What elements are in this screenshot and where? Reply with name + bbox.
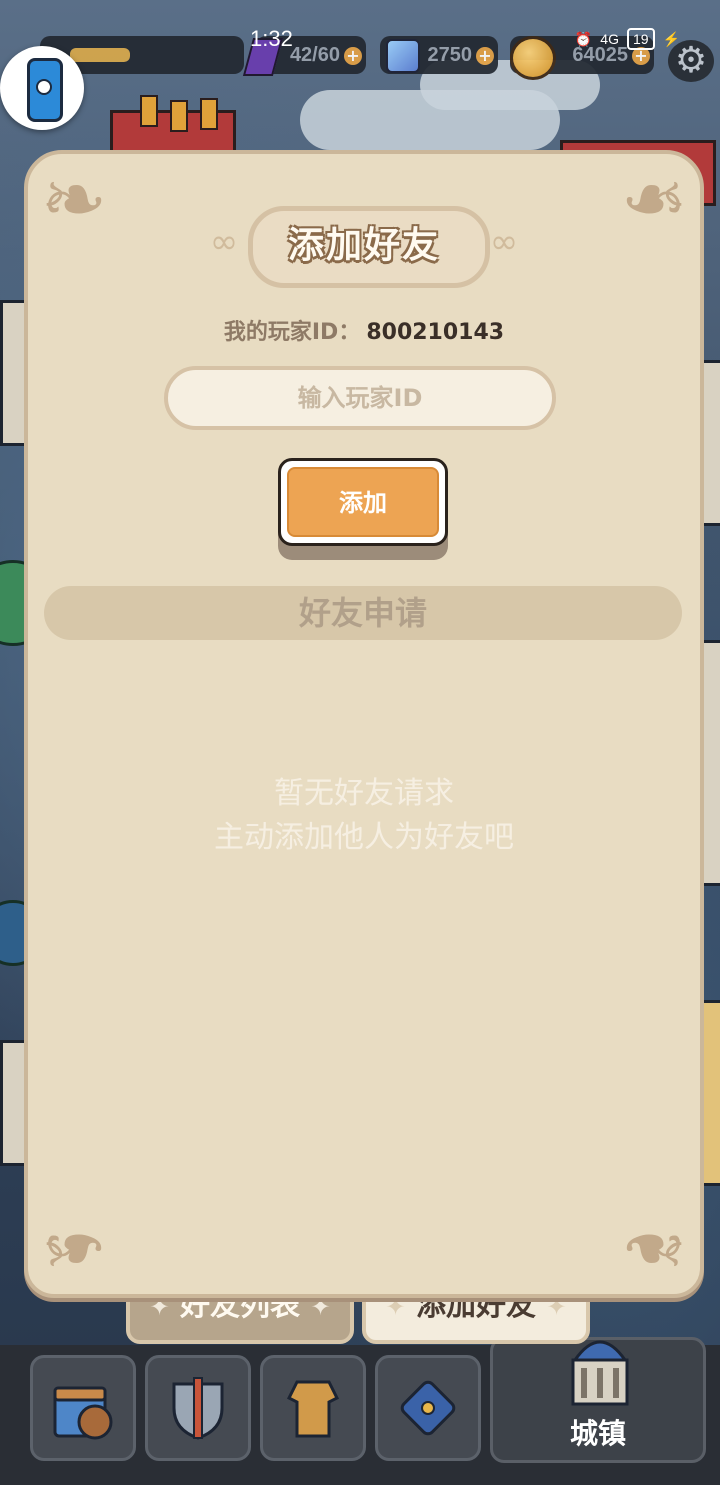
- system-status-bar: 1:32 ⏰ 4G 19 ⚡: [0, 26, 720, 56]
- add-friend-button[interactable]: 添加: [278, 458, 448, 546]
- sword-shield-icon: [172, 1377, 224, 1440]
- armor-icon: [286, 1380, 340, 1438]
- nav-equipment-button[interactable]: [145, 1355, 251, 1461]
- empty-line-1: 暂无好友请求: [274, 776, 454, 811]
- my-player-id: 我的玩家ID： 800210143: [28, 314, 700, 346]
- nav-skills-button[interactable]: [375, 1355, 481, 1461]
- signal-icon: 4G: [600, 31, 619, 47]
- treasure-chest-icon: [53, 1386, 113, 1440]
- player-id-input[interactable]: [164, 366, 556, 430]
- dialog-title-plate: ∞ ∞ 添加好友: [194, 206, 534, 288]
- nav-inventory-button[interactable]: [30, 1355, 136, 1461]
- corner-ornament-icon: ❧: [40, 1202, 108, 1295]
- town-label: 城镇: [569, 1417, 626, 1450]
- corner-ornament-icon: ❧: [40, 153, 108, 246]
- clock: 1:32: [250, 26, 293, 51]
- my-id-label: 我的玩家ID：: [223, 320, 361, 345]
- battery-icon: 19: [626, 28, 655, 50]
- my-id-value: 800210143: [366, 320, 505, 345]
- nav-armor-button[interactable]: [260, 1355, 366, 1461]
- dialog-title: 添加好友: [287, 225, 440, 266]
- empty-line-2: 主动添加他人为好友吧: [214, 820, 514, 855]
- nav-town-button[interactable]: 城镇: [490, 1337, 706, 1463]
- add-friend-dialog: ❧ ❧ ❧ ❧ ∞ ∞ 添加好友 我的玩家ID：800210143 添加 好友申…: [24, 150, 704, 1298]
- add-button-label: 添加: [287, 467, 439, 537]
- alarm-icon: ⏰: [574, 30, 593, 47]
- corner-ornament-icon: ❧: [620, 1202, 688, 1295]
- floating-assistant-button[interactable]: [0, 46, 84, 130]
- charging-icon: ⚡: [662, 30, 680, 47]
- phone-icon: [27, 58, 63, 122]
- friend-requests-header: 好友申请: [44, 586, 682, 640]
- skill-dice-icon: [400, 1380, 456, 1436]
- empty-requests-message: 暂无好友请求 主动添加他人为好友吧: [28, 772, 700, 860]
- bottom-navigation: 城镇: [0, 1337, 720, 1485]
- corner-ornament-icon: ❧: [620, 153, 688, 246]
